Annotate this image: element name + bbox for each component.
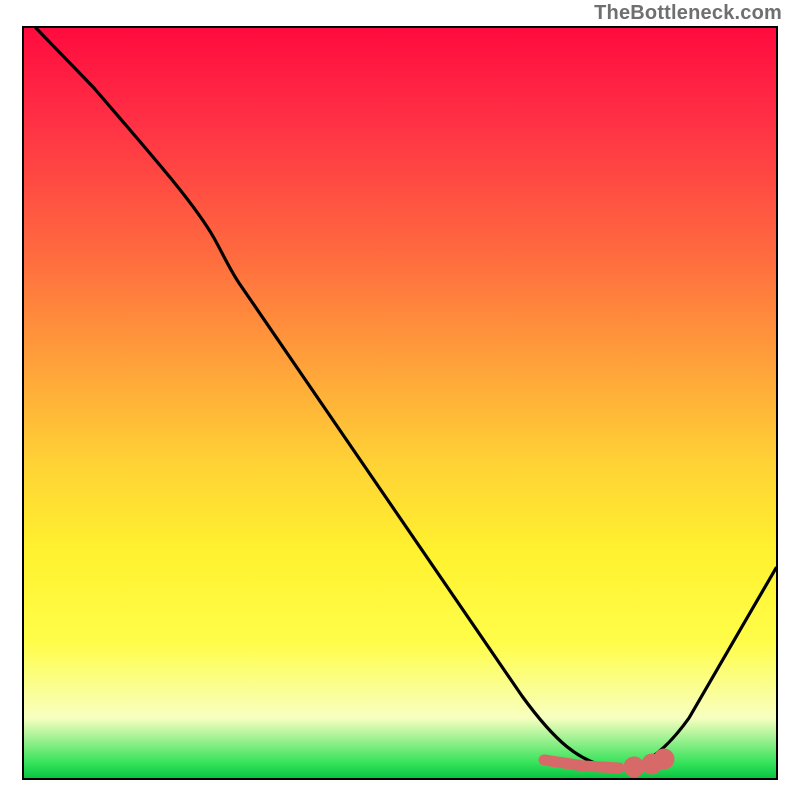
bottleneck-curve-path — [36, 28, 776, 768]
attribution-text: TheBottleneck.com — [594, 2, 782, 25]
plot-area — [22, 26, 778, 780]
optimal-band-marker-group — [544, 754, 669, 772]
chart-canvas: TheBottleneck.com — [0, 0, 800, 800]
chart-svg — [24, 28, 776, 778]
